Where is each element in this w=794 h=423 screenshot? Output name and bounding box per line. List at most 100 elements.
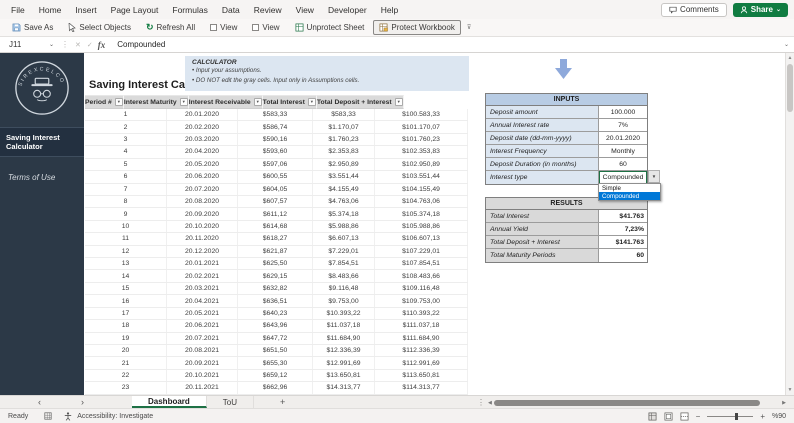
interest-type-dropdown-button[interactable]: ▼ bbox=[648, 170, 660, 183]
cell-interest-receivable: $604,05 bbox=[238, 184, 313, 195]
dropdown-option[interactable]: Simple bbox=[599, 184, 660, 192]
confirm-entry-icon[interactable]: ✓ bbox=[84, 41, 96, 49]
zoom-slider[interactable] bbox=[707, 416, 753, 417]
tab-splitter-icon[interactable]: ⋮ bbox=[477, 398, 485, 407]
refresh-all-button[interactable]: ↻ Refresh All bbox=[140, 20, 201, 35]
save-as-button[interactable]: Save As bbox=[6, 20, 59, 35]
scroll-down-icon[interactable]: ▼ bbox=[786, 387, 794, 393]
zoom-level[interactable]: %90 bbox=[772, 413, 786, 420]
filter-button[interactable]: ▼ bbox=[308, 98, 316, 106]
cell-interest-receivable: $659,12 bbox=[238, 370, 313, 381]
page-layout-view-icon[interactable] bbox=[664, 412, 673, 421]
menu-item[interactable]: Insert bbox=[68, 5, 103, 15]
sheet-tabs: DashboardToU bbox=[132, 396, 254, 408]
vertical-scrollbar[interactable]: ▲ ▼ bbox=[785, 53, 794, 395]
cell-total-interest: $13.650,81 bbox=[313, 370, 375, 381]
next-sheet-icon[interactable]: › bbox=[81, 397, 84, 407]
macro-record-icon[interactable] bbox=[44, 412, 52, 420]
input-label: Interest type bbox=[486, 171, 599, 184]
filter-button[interactable]: ▼ bbox=[115, 98, 123, 106]
checkbox-icon bbox=[252, 24, 259, 31]
select-objects-button[interactable]: Select Objects bbox=[62, 20, 137, 35]
page-break-view-icon[interactable] bbox=[680, 412, 689, 421]
toolbar-overflow-icon[interactable]: ⊽ bbox=[467, 24, 471, 31]
horizontal-scroll-track[interactable] bbox=[494, 399, 780, 407]
cell-total-interest: $5.374,18 bbox=[313, 208, 375, 219]
cell-period: 11 bbox=[85, 233, 167, 244]
comment-icon bbox=[669, 6, 677, 14]
cell-interest-maturity: 20.02.2021 bbox=[167, 270, 238, 281]
table-row: 23 20.11.2021 $662,96 $14.313,77 $114.31… bbox=[85, 382, 468, 394]
cell-interest-receivable: $640,23 bbox=[238, 308, 313, 319]
view-checkbox-1[interactable]: View bbox=[204, 20, 243, 35]
cell-interest-maturity: 20.01.2020 bbox=[167, 109, 238, 120]
input-value-cell[interactable]: 20.01.2020 bbox=[599, 132, 647, 144]
horizontal-scroll-thumb[interactable] bbox=[494, 400, 760, 406]
table-row: 19 20.07.2021 $647,72 $11.684,90 $111.68… bbox=[85, 333, 468, 345]
cell-interest-maturity: 20.09.2021 bbox=[167, 357, 238, 368]
filter-button[interactable]: ▼ bbox=[395, 98, 403, 106]
formula-bar-value[interactable]: Compounded bbox=[109, 40, 165, 49]
menu-item[interactable]: View bbox=[289, 5, 321, 15]
cell-interest-maturity: 20.07.2020 bbox=[167, 184, 238, 195]
comments-button[interactable]: Comments bbox=[661, 3, 727, 17]
expand-formula-bar-icon[interactable]: ⌄ bbox=[784, 41, 789, 48]
result-row: Total Deposit + Interest $141.763 bbox=[486, 236, 647, 249]
input-value-cell[interactable]: 7% bbox=[599, 119, 647, 131]
sidebar-item-dashboard[interactable]: Saving Interest Calculator bbox=[0, 127, 84, 157]
menu-item[interactable]: Review bbox=[247, 5, 289, 15]
filter-button[interactable]: ▼ bbox=[180, 98, 188, 106]
sidebar-item-terms-of-use[interactable]: Terms of Use bbox=[0, 171, 84, 184]
menu-item[interactable]: Page Layout bbox=[104, 5, 166, 15]
accessibility-icon[interactable] bbox=[64, 412, 72, 421]
table-row: 10 20.10.2020 $614,68 $5.988,86 $105.988… bbox=[85, 221, 468, 233]
cell-interest-maturity: 20.02.2020 bbox=[167, 121, 238, 132]
share-button[interactable]: Share ⌄ bbox=[733, 3, 788, 17]
scroll-right-icon[interactable]: ▶ bbox=[782, 400, 786, 406]
table-row: 15 20.03.2021 $632,82 $9.116,48 $109.116… bbox=[85, 283, 468, 295]
cell-period: 12 bbox=[85, 246, 167, 257]
quick-access-toolbar: Save As Select Objects ↻ Refresh All Vie… bbox=[0, 19, 794, 37]
cell-interest-receivable: $647,72 bbox=[238, 333, 313, 344]
zoom-in-button[interactable]: + bbox=[760, 412, 765, 421]
menu-item[interactable]: Home bbox=[32, 5, 69, 15]
input-value-cell[interactable]: 100.000 bbox=[599, 106, 647, 118]
filter-button[interactable]: ▼ bbox=[254, 98, 262, 106]
normal-view-icon[interactable] bbox=[648, 412, 657, 421]
menu-item[interactable]: File bbox=[4, 5, 32, 15]
accessibility-status[interactable]: Accessibility: Investigate bbox=[77, 413, 153, 420]
table-row: 16 20.04.2021 $636,51 $9.753,00 $109.753… bbox=[85, 295, 468, 307]
menu-item[interactable]: Formulas bbox=[165, 5, 214, 15]
protect-workbook-button[interactable]: Protect Workbook bbox=[373, 20, 460, 35]
input-value-cell[interactable]: Monthly bbox=[599, 145, 647, 157]
menu-item[interactable]: Developer bbox=[321, 5, 374, 15]
menu-item[interactable]: Help bbox=[374, 5, 405, 15]
cell-total-deposit-interest: $107.229,01 bbox=[375, 246, 468, 257]
insert-function-icon[interactable]: fx bbox=[96, 40, 110, 50]
input-value-cell[interactable]: 60 bbox=[599, 158, 647, 170]
table-row: 18 20.06.2021 $643,96 $11.037,18 $111.03… bbox=[85, 320, 468, 332]
name-box[interactable]: J11 ⌄ bbox=[0, 37, 58, 52]
cancel-entry-icon[interactable]: ✕ bbox=[72, 41, 84, 49]
table-row: 1 20.01.2020 $583,33 $583,33 $100.583,33 bbox=[85, 109, 468, 121]
view-checkbox-2[interactable]: View bbox=[246, 20, 285, 35]
cell-interest-receivable: $662,96 bbox=[238, 382, 313, 393]
unprotect-sheet-button[interactable]: Unprotect Sheet bbox=[289, 20, 371, 35]
scroll-left-icon[interactable]: ◀ bbox=[488, 400, 492, 406]
scroll-up-icon[interactable]: ▲ bbox=[786, 55, 794, 61]
result-label: Total Interest bbox=[486, 210, 599, 222]
cell-period: 22 bbox=[85, 370, 167, 381]
sheet-tab[interactable]: ToU bbox=[207, 396, 254, 408]
vertical-scroll-thumb[interactable] bbox=[787, 64, 793, 112]
table-header-label: Total Deposit + Interest bbox=[317, 99, 392, 106]
zoom-out-button[interactable]: − bbox=[696, 412, 701, 421]
dropdown-option[interactable]: Compounded bbox=[599, 192, 660, 200]
cell-total-deposit-interest: $112.336,39 bbox=[375, 345, 468, 356]
sheet-nav: ‹ › bbox=[0, 397, 84, 407]
menu-item[interactable]: Data bbox=[215, 5, 247, 15]
add-sheet-button[interactable]: + bbox=[280, 397, 285, 407]
sheet-tab[interactable]: Dashboard bbox=[132, 396, 207, 408]
prev-sheet-icon[interactable]: ‹ bbox=[38, 397, 41, 407]
zoom-slider-thumb[interactable] bbox=[735, 413, 738, 420]
horizontal-scrollbar[interactable]: ◀ ▶ bbox=[488, 398, 786, 407]
